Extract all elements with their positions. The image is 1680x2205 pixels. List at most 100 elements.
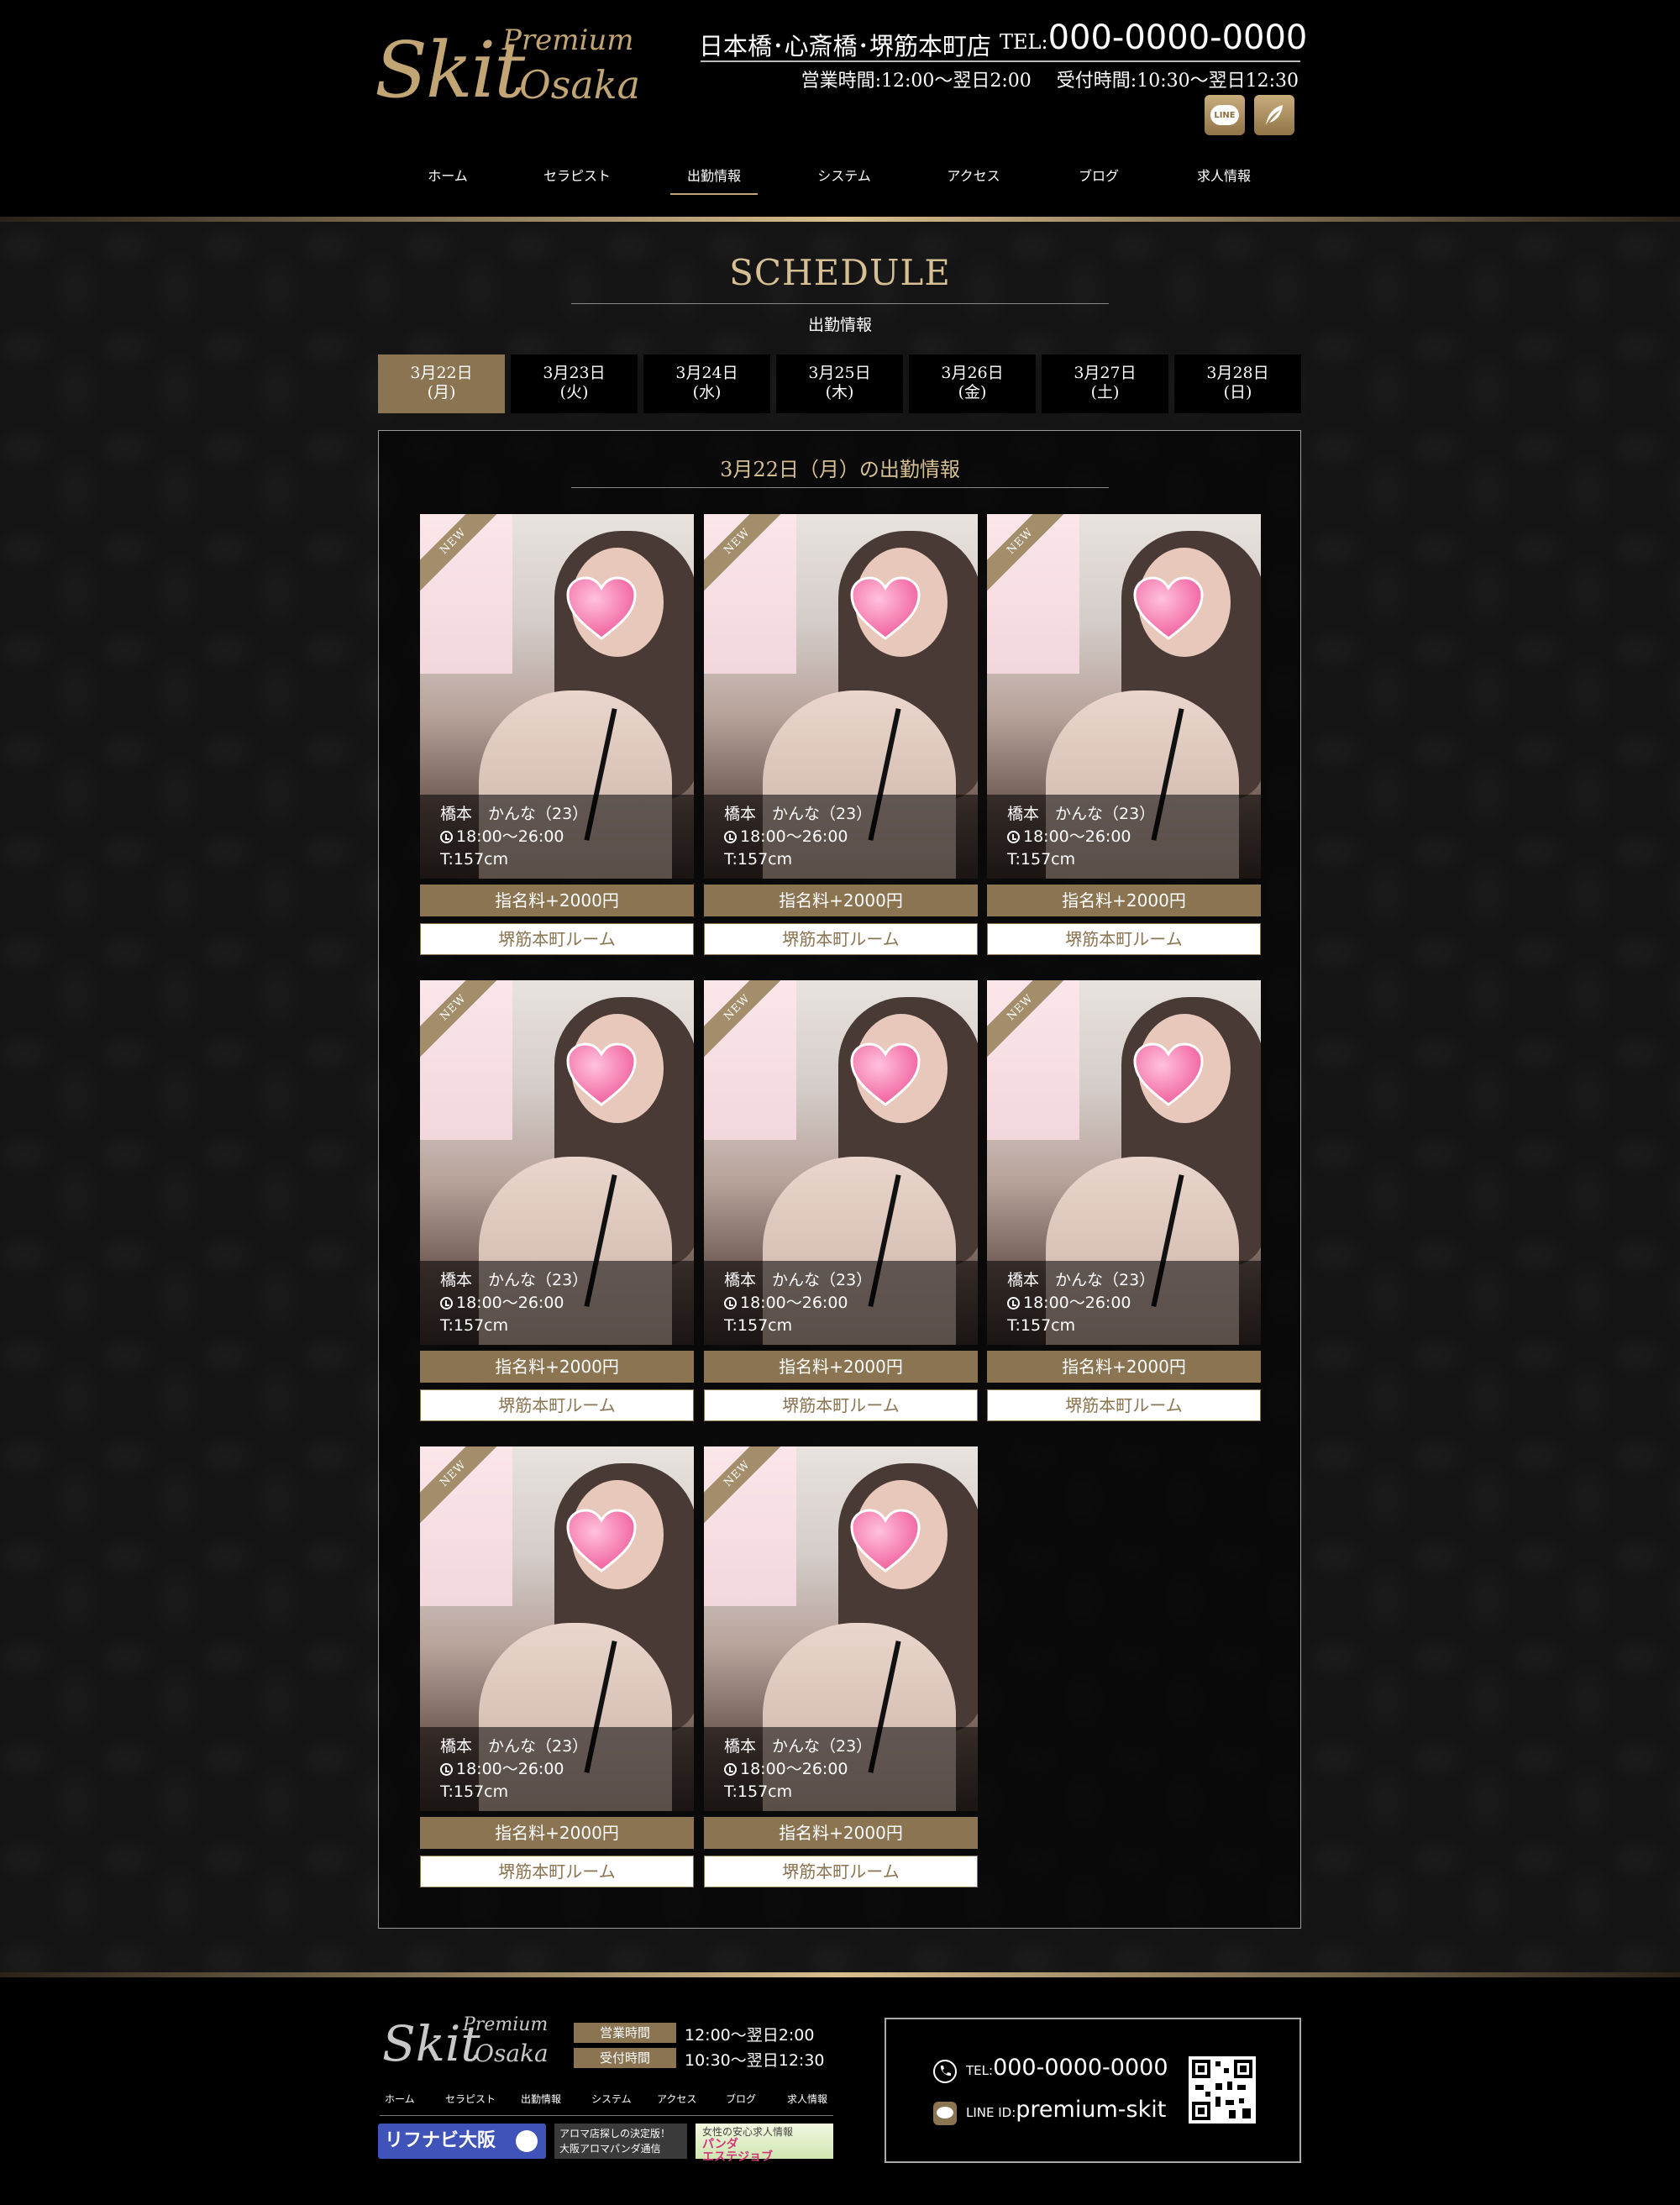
therapist-photo[interactable]: NEW 橋本 かんな（23） 18:00～26:00 T:157cm	[704, 514, 978, 879]
room-label[interactable]: 堺筋本町ルーム	[420, 1856, 694, 1887]
footer-nav-therapist[interactable]: セラピスト	[445, 2092, 496, 2106]
footer-business-value: 12:00～翌日2:00	[685, 2026, 815, 2045]
footer-logo-skit: Skit	[382, 2015, 480, 2072]
room-label[interactable]: 堺筋本町ルーム	[704, 1856, 978, 1887]
therapist-card[interactable]: NEW 橋本 かんな（23） 18:00～26:00 T:157cm 指名料+2000円…	[704, 514, 978, 956]
tab-date: 3月28日	[1206, 364, 1269, 382]
room-label[interactable]: 堺筋本町ルーム	[704, 1389, 978, 1421]
nav-item-access[interactable]: アクセス	[947, 165, 1000, 193]
therapist-card[interactable]: NEW 橋本 かんな（23） 18:00～26:00 T:157cm 指名料+2000円…	[420, 1446, 694, 1888]
therapist-photo[interactable]: NEW 橋本 かんな（23） 18:00～26:00 T:157cm	[420, 980, 694, 1345]
nav-item-recruit[interactable]: 求人情報	[1197, 165, 1251, 193]
banner-este-line2: パンダ	[702, 2138, 738, 2151]
footer-nav-system[interactable]: システム	[591, 2092, 632, 2106]
footer-nav-recruit[interactable]: 求人情報	[787, 2092, 827, 2106]
date-tabs: 3月22日 (月) 3月23日 (火) 3月24日 (水) 3月25日 (木) 3月26…	[378, 354, 1302, 413]
tel-number[interactable]: 000-0000-0000	[1048, 18, 1308, 57]
banner-refnavi-text: リフナビ大阪	[385, 2130, 496, 2151]
footer-nav: ホーム セラピスト 出勤情報 システム アクセス ブログ 求人情報	[380, 2090, 833, 2116]
room-label[interactable]: 堺筋本町ルーム	[420, 1389, 694, 1421]
tel-prefix: TEL:	[1000, 30, 1048, 54]
footer-logo[interactable]: Premium Skit Osaka	[382, 2014, 550, 2075]
footer-tel-prefix: TEL:	[966, 2063, 994, 2078]
header-tel[interactable]: TEL:000-0000-0000	[1000, 18, 1307, 57]
room-label[interactable]: 堺筋本町ルーム	[987, 923, 1261, 955]
nav-item-schedule[interactable]: 出勤情報	[669, 165, 759, 195]
clock-icon	[1007, 831, 1020, 843]
banner-aroma-panda[interactable]: アロマ店探しの決定版！ 大阪アロマパンダ通信	[554, 2124, 687, 2159]
clock-icon	[440, 1763, 453, 1776]
footer-nav-access[interactable]: アクセス	[657, 2092, 696, 2106]
site-logo[interactable]: Premium Skit Osaka	[375, 18, 640, 116]
therapist-photo[interactable]: NEW 橋本 かんな（23） 18:00～26:00 T:157cm	[704, 1446, 978, 1811]
therapist-photo[interactable]: NEW 橋本 かんな（23） 18:00～26:00 T:157cm	[987, 514, 1261, 879]
therapist-card[interactable]: NEW 橋本 かんな（23） 18:00～26:00 T:157cm 指名料+2000円…	[420, 514, 694, 956]
tab-date-0324[interactable]: 3月24日 (水)	[643, 354, 770, 413]
nomination-fee: 指名料+2000円	[704, 1351, 978, 1383]
nav-item-system[interactable]: システム	[817, 165, 871, 193]
logo-skit-text: Skit	[375, 25, 525, 115]
clock-icon	[440, 831, 453, 843]
tab-date-0327[interactable]: 3月27日 (土)	[1042, 354, 1168, 413]
clock-icon	[724, 831, 737, 843]
footer-nav-home[interactable]: ホーム	[385, 2092, 415, 2106]
therapist-name: 橋本 かんな（23）	[724, 1271, 873, 1289]
tab-date-0326[interactable]: 3月26日 (金)	[909, 354, 1036, 413]
therapist-name: 橋本 かんな（23）	[440, 1737, 589, 1756]
therapist-time: 18:00～26:00	[1023, 827, 1131, 846]
site-footer	[0, 1977, 1680, 2205]
therapist-height: T:157cm	[440, 1316, 509, 1335]
room-label[interactable]: 堺筋本町ルーム	[704, 923, 978, 955]
reception-hours: 受付時間:10:30～翌日12:30	[1056, 71, 1299, 92]
therapist-photo[interactable]: NEW 橋本 かんな（23） 18:00～26:00 T:157cm	[420, 514, 694, 879]
nav-item-home[interactable]: ホーム	[428, 165, 468, 193]
therapist-photo[interactable]: NEW 橋本 かんな（23） 18:00～26:00 T:157cm	[987, 980, 1261, 1345]
room-label[interactable]: 堺筋本町ルーム	[987, 1389, 1261, 1421]
footer-tel-number[interactable]: 000-0000-0000	[993, 2055, 1168, 2081]
line-button[interactable]: LINE	[1205, 95, 1245, 135]
tab-date-0325[interactable]: 3月25日 (木)	[776, 354, 903, 413]
clock-icon	[1007, 1297, 1020, 1310]
footer-contact-box: TEL:000-0000-0000 LINE ID:premium-skit	[885, 2018, 1301, 2163]
footer-nav-blog[interactable]: ブログ	[726, 2092, 756, 2106]
title-divider	[571, 303, 1109, 304]
nomination-fee: 指名料+2000円	[704, 1817, 978, 1849]
tab-date-0322[interactable]: 3月22日 (月)	[378, 354, 505, 413]
footer-nav-schedule[interactable]: 出勤情報	[521, 2092, 561, 2106]
therapist-time: 18:00～26:00	[1023, 1294, 1131, 1312]
therapist-card[interactable]: NEW 橋本 かんな（23） 18:00～26:00 T:157cm 指名料+2000円…	[704, 980, 978, 1422]
therapist-card[interactable]: NEW 橋本 かんな（23） 18:00～26:00 T:157cm 指名料+2000円…	[987, 514, 1261, 956]
room-label[interactable]: 堺筋本町ルーム	[420, 923, 694, 955]
line-icon	[933, 2101, 957, 2125]
blog-button[interactable]	[1254, 95, 1294, 135]
tab-day: (月)	[427, 383, 456, 402]
clock-icon	[724, 1297, 737, 1310]
footer-tel[interactable]: TEL:000-0000-0000	[932, 2055, 1168, 2084]
therapist-photo[interactable]: NEW 橋本 かんな（23） 18:00～26:00 T:157cm	[704, 980, 978, 1345]
therapist-height: T:157cm	[440, 850, 509, 869]
tab-date-0328[interactable]: 3月28日 (日)	[1174, 354, 1301, 413]
therapist-time-row: 18:00～26:00	[440, 826, 694, 848]
page-title: SCHEDULE	[729, 252, 951, 293]
feather-icon	[1266, 105, 1283, 125]
footer-line-prefix: LINE ID:	[966, 2105, 1016, 2120]
banner-este-line3: エステジョブ	[702, 2150, 773, 2164]
line-icon: LINE	[1210, 105, 1239, 125]
therapist-card[interactable]: NEW 橋本 かんな（23） 18:00～26:00 T:157cm 指名料+2000円…	[420, 980, 694, 1422]
banner-aroma-line2: 大阪アロマパンダ通信	[559, 2143, 661, 2155]
shop-name: 日本橋･心斎橋･堺筋本町店	[699, 32, 992, 60]
panel-title-divider	[571, 487, 1109, 488]
therapist-card[interactable]: NEW 橋本 かんな（23） 18:00～26:00 T:157cm 指名料+2000円…	[987, 980, 1261, 1422]
nav-item-therapist[interactable]: セラピスト	[543, 165, 611, 193]
badge-icon	[516, 2130, 538, 2152]
footer-line[interactable]: LINE ID:premium-skit	[932, 2097, 1166, 2126]
footer-reception-label: 受付時間	[574, 2048, 676, 2068]
nav-item-blog[interactable]: ブログ	[1079, 165, 1119, 193]
banner-este-job[interactable]: 女性の安心求人情報 パンダ エステジョブ	[696, 2124, 833, 2164]
tab-date-0323[interactable]: 3月23日 (火)	[511, 354, 638, 413]
tab-date: 3月22日	[410, 364, 473, 382]
banner-refnavi[interactable]: リフナビ大阪	[378, 2124, 546, 2159]
therapist-card[interactable]: NEW 橋本 かんな（23） 18:00～26:00 T:157cm 指名料+2000円…	[704, 1446, 978, 1888]
therapist-photo[interactable]: NEW 橋本 かんな（23） 18:00～26:00 T:157cm	[420, 1446, 694, 1811]
therapist-time: 18:00～26:00	[740, 827, 848, 846]
